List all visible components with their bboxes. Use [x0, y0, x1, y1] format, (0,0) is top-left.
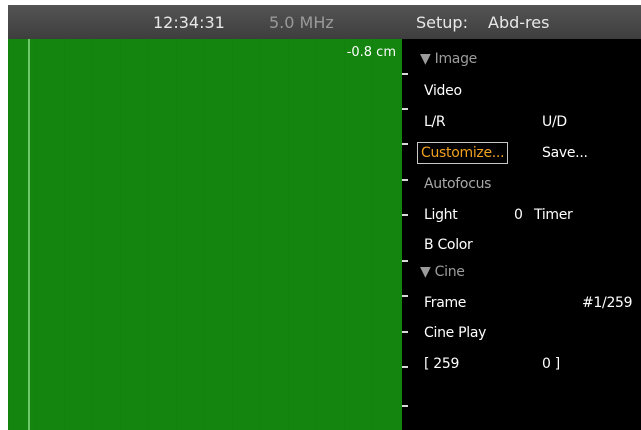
- light-menu-item[interactable]: Light: [424, 207, 458, 223]
- cine-range-end[interactable]: 0 ]: [542, 356, 560, 372]
- autofocus-menu-item[interactable]: Autofocus: [424, 176, 491, 192]
- left-right-flip-item[interactable]: L/R: [424, 114, 446, 130]
- light-value: 0: [514, 207, 523, 223]
- collapse-arrow-icon: ▼: [420, 264, 431, 280]
- depth-scale-tick: [402, 331, 408, 333]
- clock-time: 12:34:31: [153, 13, 225, 32]
- ultrasound-screen: 12:34:31 5.0 MHz Setup: Abd-res -0.8 cm …: [8, 5, 641, 430]
- depth-scale-tick: [402, 405, 408, 407]
- depth-scale-tick: [402, 260, 408, 262]
- timer-menu-item[interactable]: Timer: [534, 207, 573, 223]
- setup-label: Setup:: [416, 13, 468, 32]
- transducer-frequency: 5.0 MHz: [269, 13, 334, 32]
- depth-scale-tick: [402, 179, 408, 181]
- depth-scale-tick: [402, 366, 408, 368]
- cine-range-start[interactable]: [ 259: [424, 356, 459, 372]
- depth-scale-tick: [402, 73, 408, 75]
- image-section-label: Image: [434, 51, 478, 67]
- b-color-menu-item[interactable]: B Color: [424, 237, 473, 253]
- cine-section-label: Cine: [434, 264, 465, 280]
- collapse-arrow-icon: ▼: [420, 51, 431, 67]
- image-display[interactable]: -0.8 cm: [8, 39, 402, 430]
- depth-scale-tick: [402, 214, 408, 216]
- depth-readout: -0.8 cm: [346, 45, 396, 60]
- save-button[interactable]: Save...: [542, 145, 588, 161]
- depth-scale-tick: [402, 295, 408, 297]
- cine-play-menu-item[interactable]: Cine Play: [424, 325, 486, 341]
- frame-label[interactable]: Frame: [424, 295, 466, 311]
- depth-scale-tick: [402, 108, 408, 110]
- status-bar: 12:34:31 5.0 MHz Setup: Abd-res: [8, 5, 641, 39]
- up-down-flip-item[interactable]: U/D: [542, 114, 567, 130]
- frame-counter: #1/259: [582, 295, 633, 311]
- image-texture: [8, 39, 402, 430]
- settings-menu: ▼ Image Video L/R U/D Customize... Save.…: [410, 39, 641, 430]
- depth-scale-tick: [402, 143, 408, 145]
- customize-button[interactable]: Customize...: [417, 142, 509, 164]
- video-menu-item[interactable]: Video: [424, 83, 462, 99]
- setup-preset-name[interactable]: Abd-res: [488, 14, 549, 32]
- cursor-line[interactable]: [28, 39, 30, 430]
- cine-section-header[interactable]: ▼ Cine: [420, 264, 465, 280]
- image-section-header[interactable]: ▼ Image: [420, 51, 477, 67]
